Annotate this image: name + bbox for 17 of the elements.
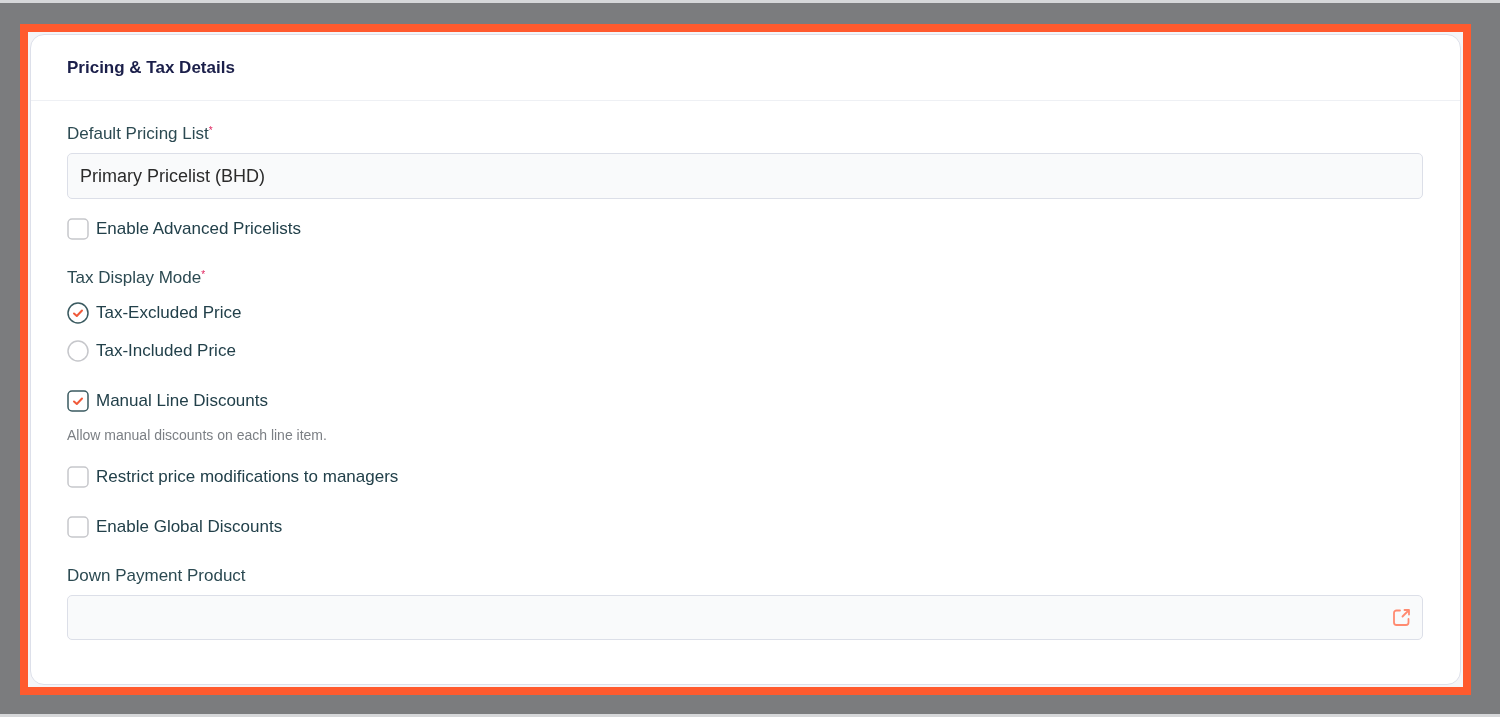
option-label: Tax-Included Price [96, 341, 236, 361]
card-title: Pricing & Tax Details [67, 56, 235, 79]
option-label: Enable Advanced Pricelists [96, 219, 302, 239]
option-label: Manual Line Discounts [96, 391, 268, 411]
radio-button-checked[interactable] [67, 302, 89, 324]
option-label: Restrict price modifications to managers [96, 467, 399, 487]
field-label: Default Pricing List$^{*}$ [67, 124, 213, 144]
radio-button[interactable] [67, 340, 89, 362]
option-label: Enable Global Discounts [96, 517, 283, 537]
input-field[interactable] [67, 595, 1423, 640]
select-field[interactable]: Primary Pricelist (BHD) [67, 153, 1423, 199]
external-link-icon[interactable] [1392, 608, 1411, 627]
checkbox[interactable] [67, 390, 89, 412]
help-text: Allow manual discounts on each line item. [67, 426, 327, 444]
field-label: Down Payment Product [67, 566, 246, 586]
option-label: Tax-Excluded Price [96, 303, 242, 323]
field-label: Tax Display Mode$^{*}$ [67, 268, 206, 288]
